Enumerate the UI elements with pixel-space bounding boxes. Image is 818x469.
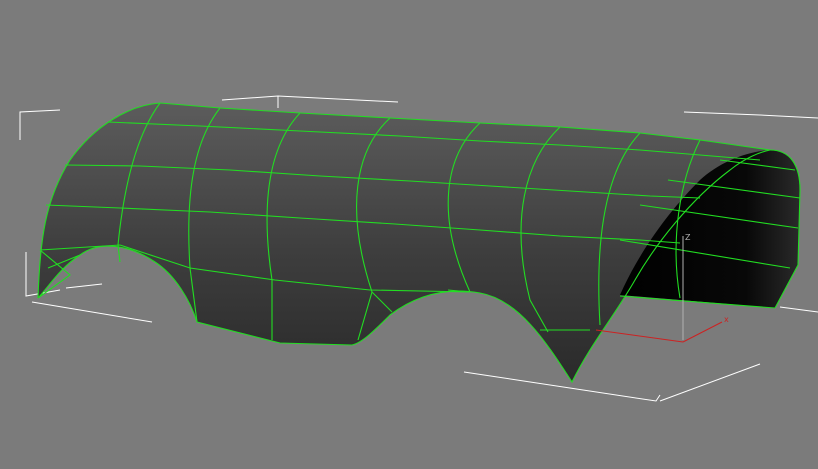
3d-viewport[interactable]: Z x — [0, 0, 818, 469]
viewport-canvas[interactable]: Z x — [0, 0, 818, 469]
gizmo-x-label: x — [724, 315, 729, 324]
gizmo-z-label: Z — [685, 233, 691, 242]
